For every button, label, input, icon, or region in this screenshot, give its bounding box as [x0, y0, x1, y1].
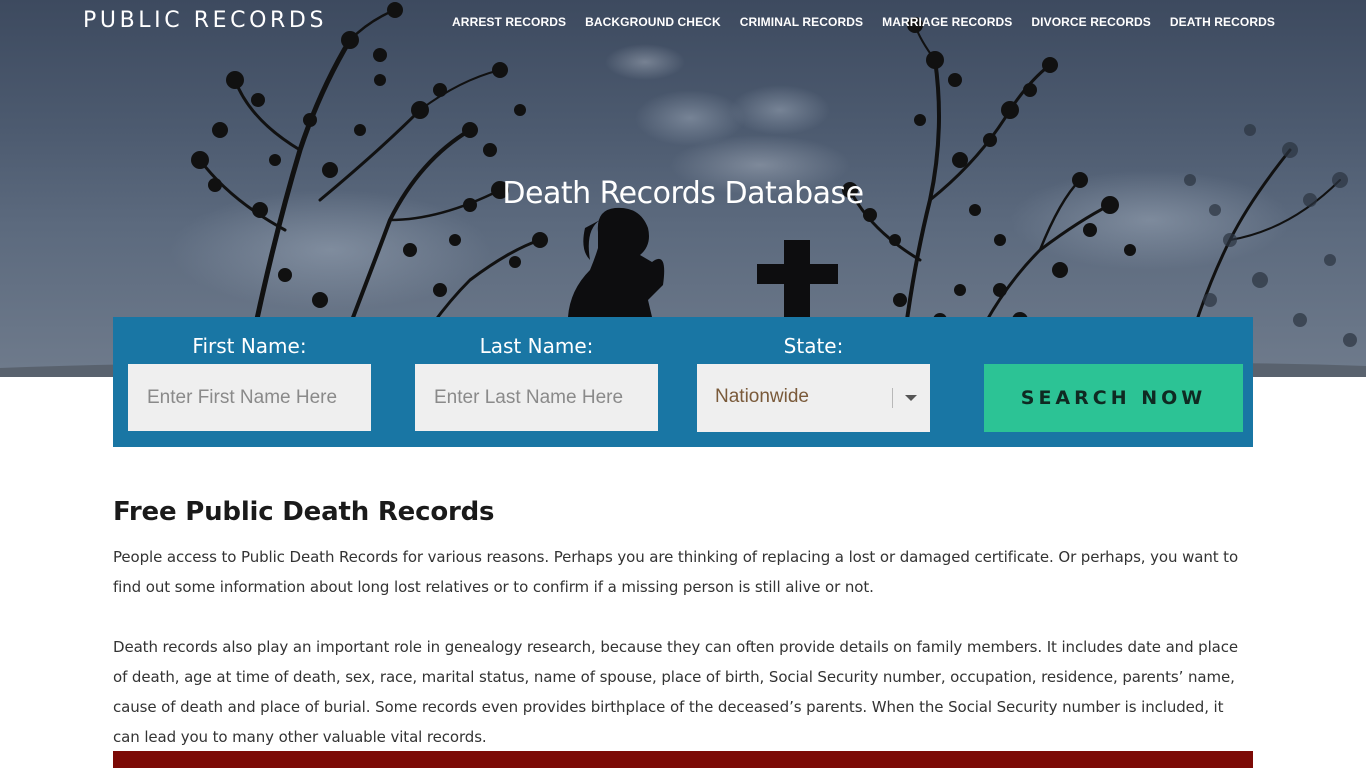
first-name-label: First Name: — [192, 334, 307, 358]
state-label: State: — [783, 334, 844, 358]
nav-background-check[interactable]: BACKGROUND CHECK — [585, 15, 721, 29]
search-form: First Name: Last Name: State: Nationwide… — [113, 317, 1253, 447]
site-logo[interactable]: PUBLIC RECORDS — [83, 8, 327, 33]
last-name-field[interactable] — [415, 364, 658, 431]
last-name-label: Last Name: — [479, 334, 594, 358]
article-heading: Free Public Death Records — [113, 497, 495, 527]
nav-criminal-records[interactable]: CRIMINAL RECORDS — [740, 15, 863, 29]
article-section: Free Public Death Records People access … — [113, 497, 1253, 752]
nav-death-records[interactable]: DEATH RECORDS — [1170, 15, 1275, 29]
nav-arrest-records[interactable]: ARREST RECORDS — [452, 15, 566, 29]
state-select-value: Nationwide — [715, 386, 809, 407]
page-title: Death Records Database — [502, 176, 864, 211]
article-paragraph: People access to Public Death Records fo… — [113, 548, 1239, 596]
chevron-down-icon[interactable] — [905, 395, 917, 401]
first-name-field[interactable] — [128, 364, 371, 431]
state-select[interactable]: Nationwide — [697, 364, 930, 432]
article-paragraph: Death records also play an important rol… — [113, 638, 1239, 746]
search-now-button[interactable]: SEARCH NOW — [984, 364, 1243, 432]
bottom-banner — [113, 751, 1253, 768]
nav-marriage-records[interactable]: MARRIAGE RECORDS — [882, 15, 1012, 29]
top-navigation: ARREST RECORDS BACKGROUND CHECK CRIMINAL… — [433, 15, 1275, 29]
nav-divorce-records[interactable]: DIVORCE RECORDS — [1031, 15, 1151, 29]
select-divider — [892, 388, 893, 408]
